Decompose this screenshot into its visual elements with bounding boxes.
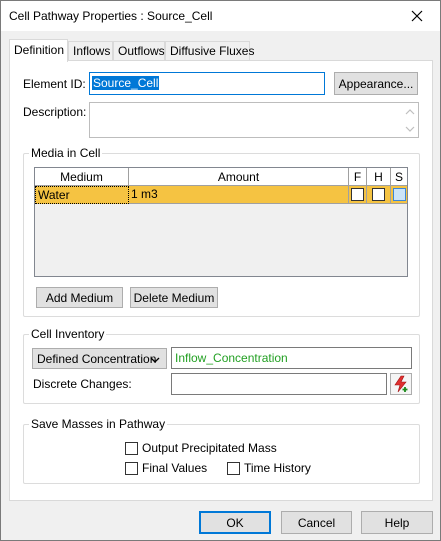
discrete-changes-label: Discrete Changes: [33,377,132,391]
chevron-down-icon [150,357,160,363]
s-cell [391,186,407,204]
close-icon [411,10,423,22]
time-history-label: Time History [244,461,311,475]
f-cell [349,186,367,204]
inventory-group-title: Cell Inventory [29,327,107,341]
cancel-button[interactable]: Cancel [281,511,352,534]
media-group-title: Media in Cell [29,146,103,160]
inventory-mode-selected: Defined Concentration [37,351,157,366]
final-values-option[interactable]: Final Values [125,461,207,475]
tab-diffusive-fluxes[interactable]: Diffusive Fluxes [165,41,254,61]
ok-button[interactable]: OK [199,511,271,534]
delete-medium-button[interactable]: Delete Medium [130,287,218,308]
dialog-window: Cell Pathway Properties : Source_Cell De… [0,0,441,541]
inventory-value-input[interactable]: Inflow_Concentration [171,347,412,369]
scroll-down-icon[interactable] [403,123,417,135]
inventory-value: Inflow_Concentration [175,351,288,365]
medium-cell[interactable]: Water [35,186,129,204]
final-values-label: Final Values [142,461,208,475]
description-label: Description: [23,105,87,119]
title-bar[interactable]: Cell Pathway Properties : Source_Cell [1,1,440,31]
f-checkbox[interactable] [351,188,364,201]
element-id-label: Element ID: [23,77,86,91]
description-input[interactable] [89,102,419,138]
help-button[interactable]: Help [361,511,433,534]
tab-inflows[interactable]: Inflows [68,41,113,61]
column-header-s[interactable]: S [391,168,407,186]
tab-definition[interactable]: Definition [9,39,68,62]
tab-outflows[interactable]: Outflows [113,41,165,61]
lightning-add-icon [394,375,408,393]
close-button[interactable] [394,1,440,31]
output-precipitated-label: Output Precipitated Mass [142,441,277,455]
inventory-mode-select[interactable]: Defined Concentration [32,348,167,369]
column-header-f[interactable]: F [349,168,367,186]
appearance-button[interactable]: Appearance... [334,72,418,95]
h-cell [367,186,391,204]
table-row[interactable]: Water 1 m3 [35,186,407,204]
column-header-amount[interactable]: Amount [129,168,349,186]
element-id-value: Source_Cell [92,76,160,90]
output-precipitated-checkbox[interactable] [125,441,138,455]
s-checkbox[interactable] [392,188,406,201]
add-medium-button[interactable]: Add Medium [36,287,123,308]
tab-strip: Definition Inflows Outflows Diffusive Fl… [9,39,433,62]
amount-cell[interactable]: 1 m3 [129,186,349,204]
column-header-h[interactable]: H [367,168,391,186]
discrete-changes-button[interactable] [390,373,412,395]
time-history-checkbox[interactable] [227,461,240,475]
time-history-option[interactable]: Time History [227,461,311,475]
h-checkbox[interactable] [372,188,385,201]
description-scrollbar[interactable] [403,104,417,136]
discrete-changes-input[interactable] [171,373,387,395]
save-masses-group-title: Save Masses in Pathway [29,417,168,431]
scroll-up-icon[interactable] [403,106,417,118]
media-grid[interactable]: Medium Amount F H S Water 1 m3 [34,167,408,277]
final-values-checkbox[interactable] [125,461,138,475]
column-header-medium[interactable]: Medium [35,168,129,186]
output-precipitated-option[interactable]: Output Precipitated Mass [125,441,277,455]
window-title: Cell Pathway Properties : Source_Cell [9,9,213,23]
element-id-input[interactable]: Source_Cell [89,72,325,95]
